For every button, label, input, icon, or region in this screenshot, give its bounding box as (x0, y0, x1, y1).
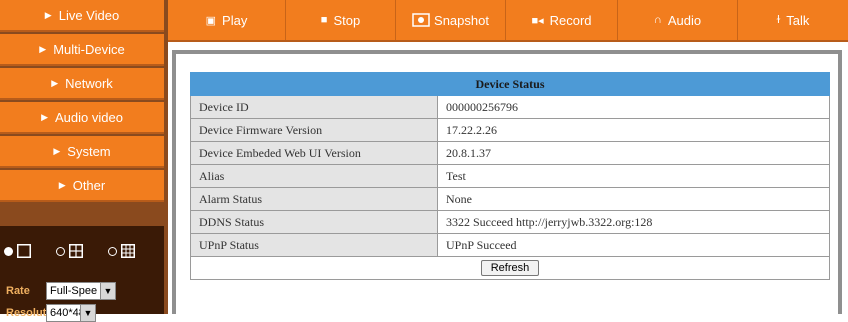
play-triangle-icon: ▶ (58, 179, 66, 190)
play-triangle-icon: ▶ (44, 9, 52, 20)
single-view-icon (17, 244, 31, 258)
view-layout-panel: Rate Full-Spee ▼ Resolution 640*480 ▼ (0, 226, 164, 322)
table-title: Device Status (190, 72, 830, 96)
refresh-cell: Refresh (190, 256, 830, 280)
resolution-label: Resolution (6, 307, 63, 319)
play-label: Play (222, 12, 248, 28)
play-triangle-icon: ▶ (51, 77, 59, 88)
refresh-row: Refresh (190, 256, 830, 280)
microphone-icon: ɫ (776, 14, 781, 26)
rate-select[interactable]: Full-Spee ▼ (46, 282, 116, 300)
stop-label: Stop (333, 12, 361, 28)
radio-unselected-icon (108, 246, 117, 256)
headphones-icon: ∩ (653, 14, 662, 26)
row-value: None (437, 187, 830, 211)
radio-selected-icon (4, 246, 13, 256)
camera-icon (412, 13, 430, 27)
row-value: 20.8.1.37 (437, 141, 830, 165)
stop-button[interactable]: ■ Stop (286, 0, 396, 40)
chevron-down-icon: ▼ (100, 283, 115, 299)
sidebar-item-network[interactable]: ▶ Network (0, 68, 164, 100)
sidebar-item-label: Network (65, 75, 113, 91)
table-row: Alarm Status None (190, 187, 830, 211)
quad-view-icon (69, 244, 83, 258)
stop-icon: ■ (320, 14, 328, 26)
row-value: 3322 Succeed http://jerryjwb.3322.org:12… (437, 210, 830, 234)
talk-button[interactable]: ɫ Talk (738, 0, 848, 40)
table-row: DDNS Status 3322 Succeed http://jerryjwb… (190, 210, 830, 234)
audio-label: Audio (667, 12, 702, 28)
table-row: Device ID 000000256796 (190, 95, 830, 119)
sidebar-item-system[interactable]: ▶ System (0, 136, 164, 168)
play-button[interactable]: ▣ Play (168, 0, 286, 40)
table-row: Device Embeded Web UI Version 20.8.1.37 (190, 141, 830, 165)
sidebar-item-label: Other (72, 177, 106, 193)
chevron-down-icon: ▼ (80, 305, 95, 321)
sidebar-item-multi-device[interactable]: ▶ Multi-Device (0, 34, 164, 66)
view-option-nine[interactable] (108, 244, 135, 258)
sidebar-item-label: Multi-Device (53, 41, 125, 57)
play-triangle-icon: ▶ (41, 111, 48, 122)
row-label: Alias (190, 164, 438, 188)
rate-label: Rate (6, 285, 30, 297)
row-label: DDNS Status (190, 210, 438, 234)
snapshot-button[interactable]: Snapshot (396, 0, 506, 40)
sidebar-item-label: Audio video (54, 109, 123, 125)
sidebar: ▶ Live Video ▶ Multi-Device ▶ Network ▶ … (0, 0, 168, 322)
table-row: UPnP Status UPnP Succeed (190, 233, 830, 257)
resolution-select[interactable]: 640*480 ▼ (46, 304, 96, 322)
talk-label: Talk (786, 12, 810, 28)
row-label: UPnP Status (190, 233, 438, 257)
row-label: Device Embeded Web UI Version (190, 141, 438, 165)
sidebar-item-live-video[interactable]: ▶ Live Video (0, 0, 164, 32)
sidebar-item-audio-video[interactable]: ▶ Audio video (0, 102, 164, 134)
video-camera-icon: ■◂ (531, 14, 544, 27)
table-row: Alias Test (190, 164, 830, 188)
sidebar-item-label: Live Video (58, 7, 120, 23)
audio-button[interactable]: ∩ Audio (618, 0, 738, 40)
row-label: Device ID (190, 95, 438, 119)
table-row: Device Firmware Version 17.22.2.26 (190, 118, 830, 142)
row-label: Alarm Status (190, 187, 438, 211)
snapshot-label: Snapshot (434, 12, 489, 28)
rate-row: Rate Full-Spee ▼ (6, 282, 116, 300)
row-value: Test (437, 164, 830, 188)
toolbar: ▣ Play ■ Stop Snapshot ■◂ Record ∩ Audio… (168, 0, 848, 42)
refresh-button[interactable]: Refresh (480, 260, 540, 276)
row-value: 000000256796 (437, 95, 830, 119)
record-button[interactable]: ■◂ Record (506, 0, 618, 40)
row-value: UPnP Succeed (437, 233, 830, 257)
sidebar-item-label: System (67, 143, 111, 159)
view-option-single[interactable] (4, 244, 31, 258)
play-triangle-icon: ▶ (39, 43, 47, 54)
row-value: 17.22.2.26 (437, 118, 830, 142)
nine-view-icon (121, 244, 135, 258)
play-icon: ▣ (205, 14, 217, 27)
radio-unselected-icon (56, 246, 65, 256)
play-triangle-icon: ▶ (53, 145, 61, 156)
row-label: Device Firmware Version (190, 118, 438, 142)
content-frame: Device Status Device ID 000000256796 Dev… (172, 50, 842, 314)
view-option-quad[interactable] (56, 244, 83, 258)
resolution-row: Resolution 640*480 ▼ (6, 304, 96, 322)
sidebar-item-other[interactable]: ▶ Other (0, 170, 164, 202)
record-label: Record (549, 12, 592, 28)
device-status-table: Device Status Device ID 000000256796 Dev… (190, 72, 830, 280)
rate-select-value: Full-Spee (50, 285, 98, 297)
